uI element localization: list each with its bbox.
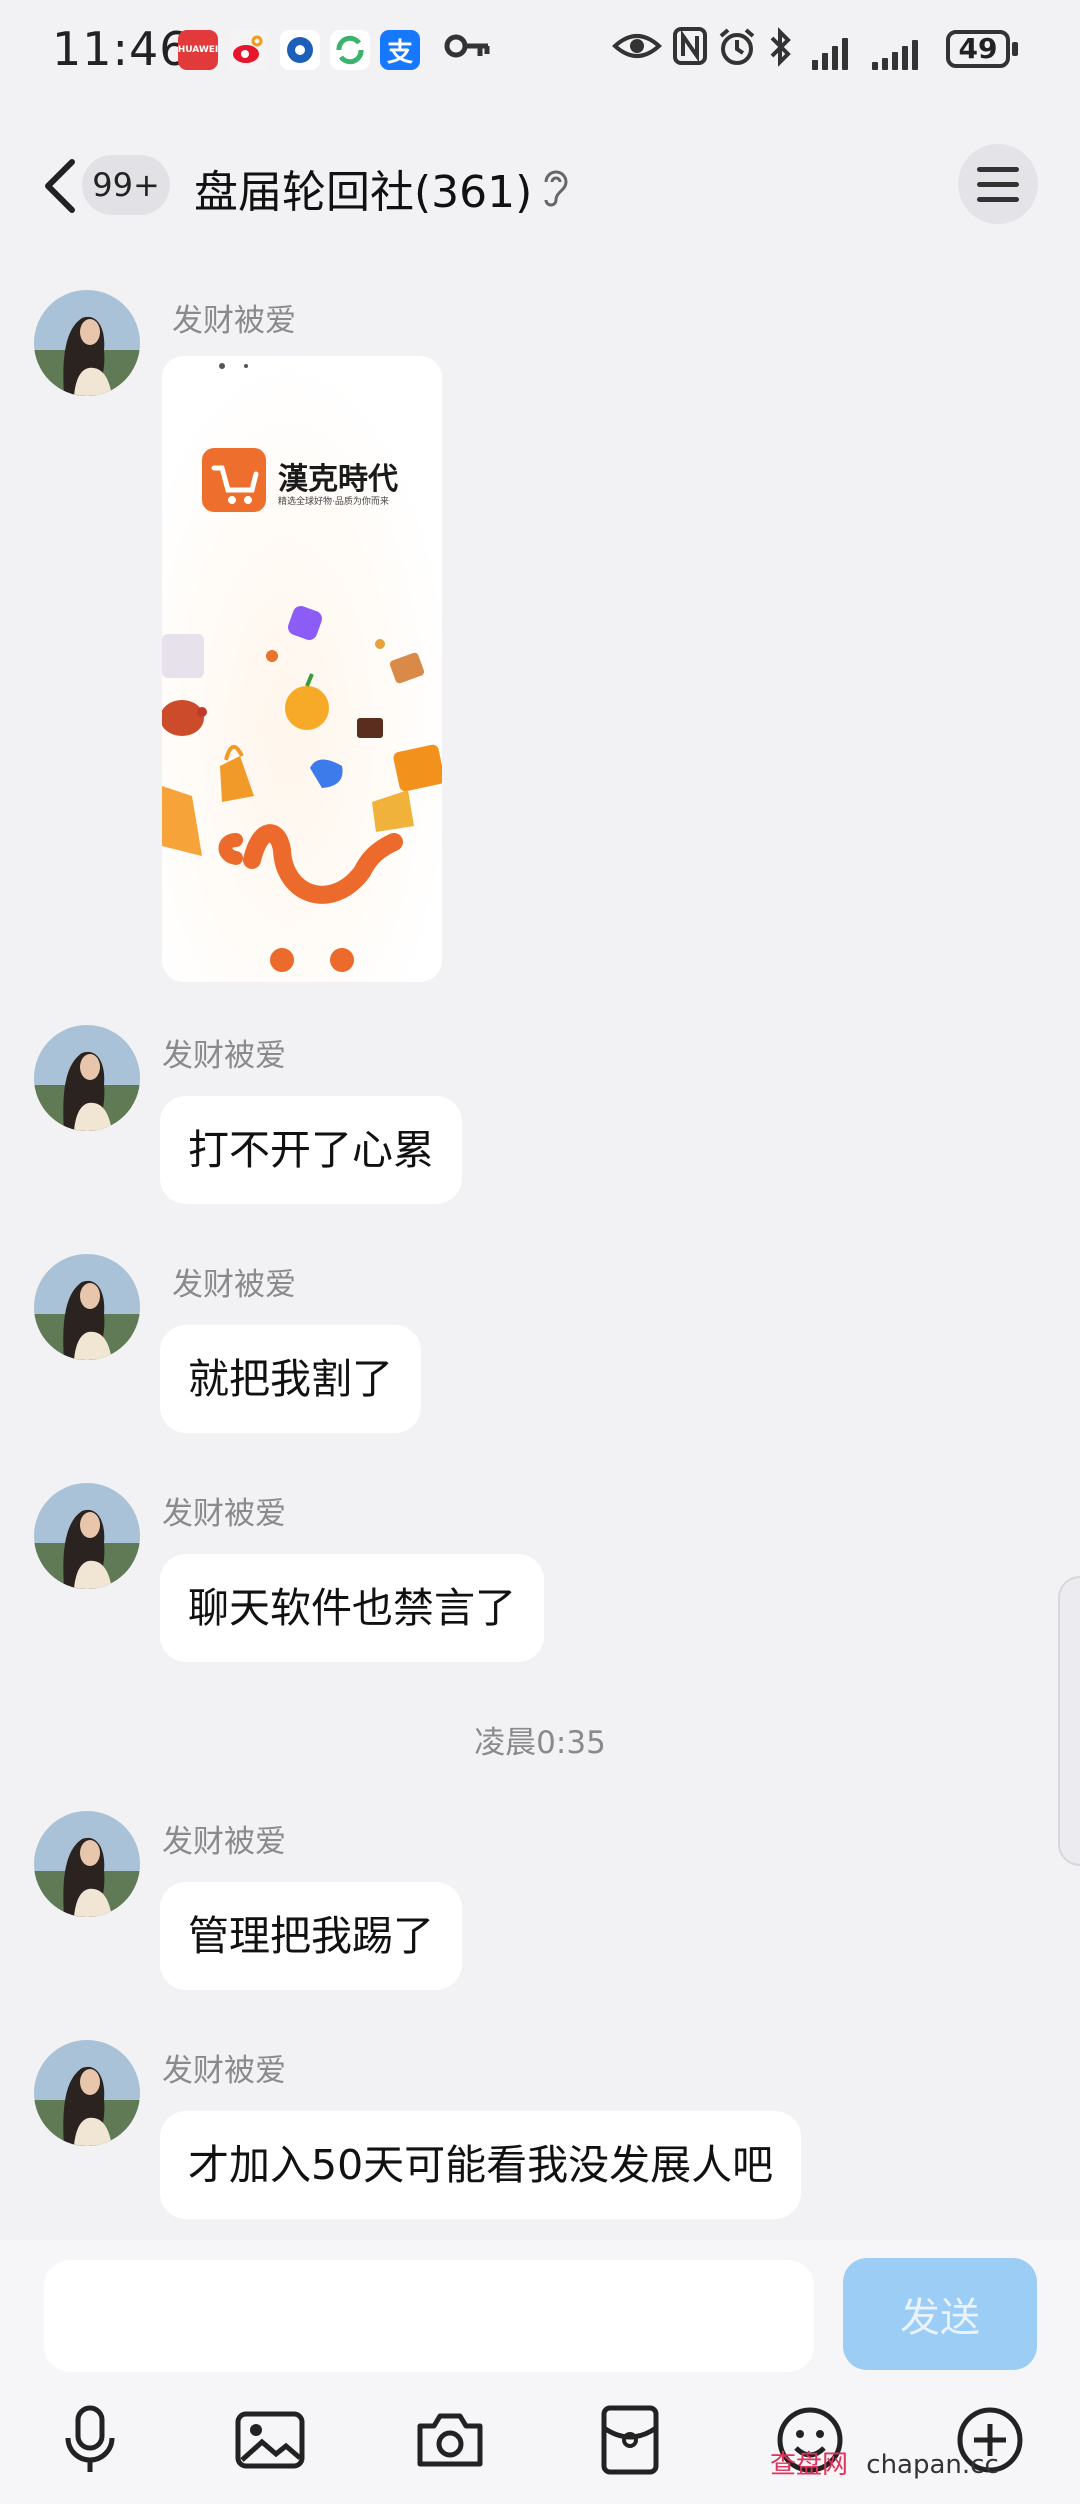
time-divider: 凌晨0:35: [474, 1725, 606, 1761]
message-bubble[interactable]: 才加入50天可能看我没发展人吧: [160, 2111, 802, 2219]
battery-icon: 49: [946, 30, 1010, 68]
alipay-icon: 支: [380, 30, 420, 70]
message-bubble[interactable]: 就把我割了: [160, 1325, 421, 1433]
message-bubble[interactable]: 聊天软件也禁言了: [160, 1554, 544, 1662]
sender-name: 发财被爱: [162, 1824, 286, 1860]
status-bar: 11:46 HUAWEI 支 49: [0, 0, 1080, 110]
message-bubble[interactable]: 打不开了心累: [160, 1096, 462, 1204]
battery-tip: [1012, 42, 1018, 56]
unread-count-badge[interactable]: 99+: [82, 155, 170, 215]
message-input[interactable]: [44, 2260, 814, 2372]
red-packet-icon[interactable]: [590, 2400, 670, 2480]
image-picker-icon[interactable]: [230, 2400, 310, 2480]
eye-icon: [612, 26, 662, 76]
signal-strength-icon: [812, 34, 848, 70]
image-app-slogan: 精选全球好物·品质为你而来: [278, 497, 389, 507]
sync-app-icon: [330, 30, 370, 70]
menu-button[interactable]: [958, 144, 1038, 224]
watermark-cn: 查盘网: [770, 2450, 849, 2480]
chat-header: 99+ 盘届轮回社(361): [0, 110, 1080, 260]
image-message[interactable]: 漢克時代 精选全球好物·品质为你而来: [162, 356, 442, 982]
huawei-app-icon: HUAWEI: [178, 30, 218, 70]
sender-name: 发财被爱: [172, 1267, 296, 1303]
sender-name: 发财被爱: [162, 2053, 286, 2089]
avatar[interactable]: [34, 1254, 140, 1360]
sender-name: 发财被爱: [162, 1496, 286, 1532]
microphone-icon[interactable]: [50, 2400, 130, 2480]
watermark-en: chapan.cc: [866, 2450, 999, 2480]
bluetooth-icon: [766, 26, 794, 78]
status-time: 11:46: [52, 22, 190, 76]
message-bubble[interactable]: 管理把我踢了: [160, 1882, 462, 1990]
watermark: 查盘网 chapan.cc: [770, 2444, 999, 2481]
avatar[interactable]: [34, 290, 140, 396]
sender-name: 发财被爱: [172, 303, 296, 339]
chat-title[interactable]: 盘届轮回社(361): [194, 156, 532, 220]
avatar[interactable]: [34, 1025, 140, 1131]
signal-strength-icon-2: [872, 34, 918, 70]
key-icon: [444, 26, 492, 76]
avatar[interactable]: [34, 1811, 140, 1917]
camera-icon[interactable]: [410, 2400, 490, 2480]
avatar[interactable]: [34, 1483, 140, 1589]
alarm-icon: [716, 26, 758, 78]
avatar[interactable]: [34, 2040, 140, 2146]
nfc-icon: [672, 26, 708, 76]
browser-app-icon: [280, 30, 320, 70]
ear-icon: [544, 170, 568, 207]
image-app-name: 漢克時代: [278, 462, 398, 497]
send-button[interactable]: 发送: [843, 2258, 1037, 2370]
weibo-icon: [228, 30, 268, 70]
sender-name: 发财被爱: [162, 1038, 286, 1074]
